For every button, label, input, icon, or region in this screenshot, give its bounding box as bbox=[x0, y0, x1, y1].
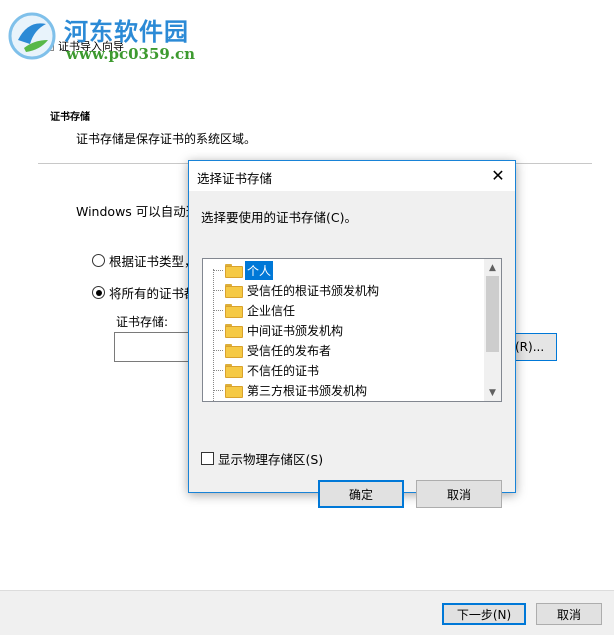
section-description: 证书存储是保存证书的系统区域。 bbox=[76, 132, 257, 146]
folder-icon bbox=[225, 284, 243, 298]
store-tree-item-label: 受信任的根证书颁发机构 bbox=[247, 283, 380, 298]
store-tree-item-label: 个人 bbox=[245, 260, 274, 280]
scroll-up-icon[interactable]: ▲ bbox=[484, 259, 501, 276]
store-tree-item[interactable]: 受信任的发布者 bbox=[213, 340, 333, 360]
show-physical-label: 显示物理存储区(S) bbox=[218, 452, 324, 467]
tree-connector bbox=[213, 389, 223, 391]
radio-manual-button[interactable] bbox=[92, 286, 105, 299]
ok-button[interactable]: 确定 bbox=[318, 480, 404, 508]
store-tree[interactable]: 个人受信任的根证书颁发机构 企业信任中间证书颁发机构 受信任的发布者 不信任的证书第三… bbox=[202, 258, 502, 402]
radio-manual-option[interactable]: 将所有的证书都 bbox=[92, 283, 197, 302]
radio-auto-button[interactable] bbox=[92, 254, 105, 267]
show-physical-checkbox[interactable] bbox=[201, 452, 214, 465]
tree-scrollbar[interactable]: ▲ ▼ bbox=[484, 259, 501, 401]
next-button[interactable]: 下一步(N) bbox=[442, 603, 526, 625]
dialog-cancel-button[interactable]: 取消 bbox=[416, 480, 502, 508]
folder-icon bbox=[225, 304, 243, 318]
tree-connector bbox=[213, 309, 223, 311]
section-heading: 证书存储 bbox=[50, 112, 90, 123]
store-label: 证书存储: bbox=[116, 315, 169, 329]
folder-icon bbox=[225, 264, 243, 278]
watermark: 河东软件园 www.pc0359.cn bbox=[0, 0, 260, 72]
store-tree-item-label: 中间证书颁发机构 bbox=[247, 323, 344, 338]
radio-auto-label: 根据证书类型， bbox=[109, 254, 197, 269]
select-store-dialog: 选择证书存储 ✕ 选择要使用的证书存储(C)。 个人受信任的根证书颁发机构 企业信… bbox=[188, 160, 516, 508]
dialog-prompt: 选择要使用的证书存储(C)。 bbox=[201, 210, 357, 225]
store-input[interactable] bbox=[114, 332, 194, 362]
browse-button[interactable]: (R)... bbox=[510, 333, 557, 361]
store-tree-item-label: 受信任的发布者 bbox=[247, 343, 332, 358]
folder-icon bbox=[225, 384, 243, 398]
show-physical-option[interactable]: 显示物理存储区(S) bbox=[201, 449, 323, 468]
scroll-down-icon[interactable]: ▼ bbox=[484, 384, 501, 401]
watermark-logo-icon bbox=[8, 12, 56, 60]
radio-auto-option[interactable]: 根据证书类型， bbox=[92, 251, 197, 270]
store-tree-item-label: 企业信任 bbox=[247, 303, 296, 318]
close-icon[interactable]: ✕ bbox=[489, 165, 507, 185]
wizard-cancel-button[interactable]: 取消 bbox=[536, 603, 602, 625]
dialog-title: 选择证书存储 bbox=[197, 171, 273, 186]
store-tree-item[interactable]: 不信任的证书 bbox=[213, 360, 321, 380]
tree-connector bbox=[213, 349, 223, 351]
store-tree-item[interactable]: 受信任的根证书颁发机构 bbox=[213, 280, 381, 300]
folder-icon bbox=[225, 324, 243, 338]
store-tree-item[interactable]: 第三方根证书颁发机构 bbox=[213, 380, 369, 400]
tree-connector bbox=[213, 369, 223, 371]
tree-connector bbox=[213, 329, 223, 331]
watermark-url: www.pc0359.cn bbox=[66, 45, 196, 63]
scroll-thumb[interactable] bbox=[486, 276, 499, 352]
store-tree-item[interactable]: 企业信任 bbox=[213, 300, 297, 320]
folder-icon bbox=[225, 344, 243, 358]
wizard-body-text: Windows 可以自动选 bbox=[76, 204, 199, 219]
folder-icon bbox=[225, 364, 243, 378]
radio-manual-label: 将所有的证书都 bbox=[109, 286, 197, 301]
watermark-name: 河东软件园 bbox=[64, 17, 189, 46]
tree-connector bbox=[213, 269, 223, 271]
store-tree-item-label: 第三方根证书颁发机构 bbox=[247, 383, 368, 398]
tree-connector bbox=[213, 289, 223, 291]
store-tree-item[interactable]: 中间证书颁发机构 bbox=[213, 320, 345, 340]
store-tree-item[interactable]: 个人 bbox=[213, 260, 274, 280]
dialog-body: 选择要使用的证书存储(C)。 个人受信任的根证书颁发机构 企业信任中间证书颁发机构… bbox=[189, 191, 515, 508]
store-tree-item-label: 不信任的证书 bbox=[247, 363, 320, 378]
